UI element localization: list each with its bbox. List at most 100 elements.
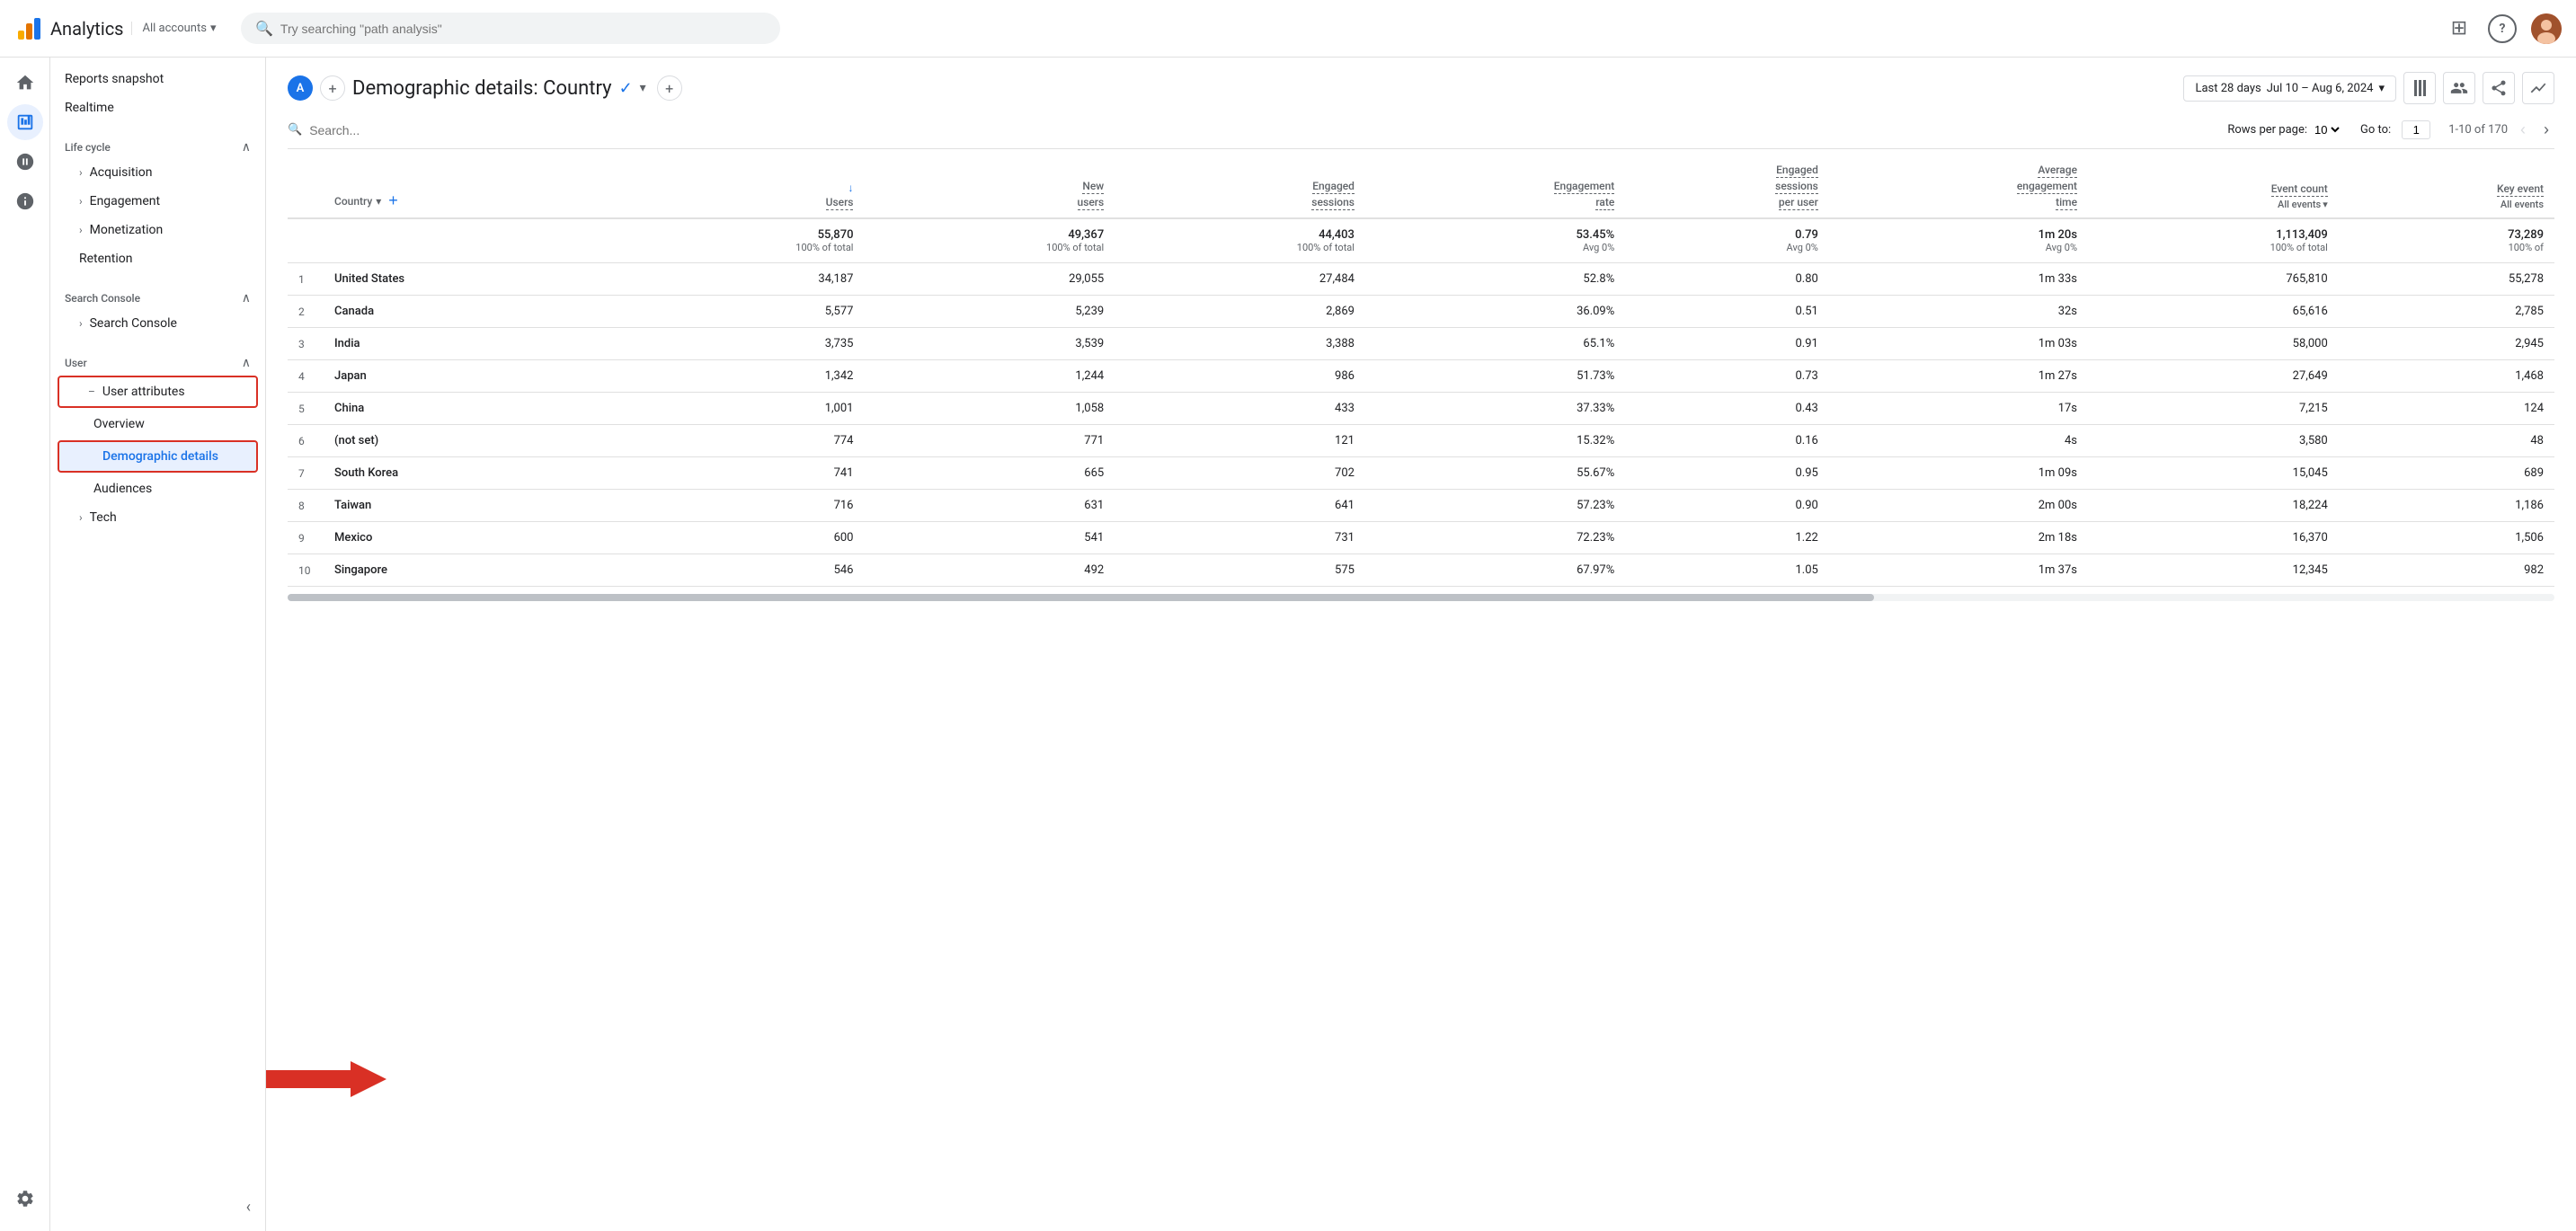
- prev-page-button[interactable]: ‹: [2515, 119, 2531, 141]
- row-engaged-sessions: 121: [1115, 425, 1365, 457]
- row-engagement-rate: 52.8%: [1365, 263, 1625, 296]
- go-to-page-input[interactable]: [2402, 120, 2430, 139]
- rows-per-page-select[interactable]: 10 25 50: [2311, 122, 2342, 137]
- row-engaged-sessions-per-user: 1.05: [1625, 554, 1829, 587]
- search-bar[interactable]: 🔍: [241, 13, 780, 44]
- sidebar-item-realtime[interactable]: Realtime: [50, 93, 265, 122]
- row-engagement-rate: 67.97%: [1365, 554, 1625, 587]
- report-title: Demographic details: Country: [352, 77, 612, 100]
- home-icon-button[interactable]: [7, 65, 43, 101]
- row-rank: 1: [288, 263, 324, 296]
- row-new-users: 1,244: [864, 360, 1115, 393]
- settings-icon-button[interactable]: [7, 1181, 43, 1217]
- search-input[interactable]: [280, 22, 766, 36]
- add-report-button[interactable]: +: [657, 75, 682, 101]
- insights-button[interactable]: [2522, 72, 2554, 104]
- sidebar-nav: Reports snapshot Realtime Life cycle ∧ ›…: [50, 58, 266, 1231]
- row-engaged-sessions-per-user: 1.22: [1625, 522, 1829, 554]
- table-search: 🔍: [288, 123, 489, 137]
- sidebar-item-user-attributes[interactable]: – User attributes: [58, 376, 258, 408]
- row-engaged-sessions-per-user: 0.51: [1625, 296, 1829, 328]
- explore-icon-button[interactable]: [7, 144, 43, 180]
- grid-icon-button[interactable]: ⊞: [2445, 14, 2474, 43]
- row-new-users: 771: [864, 425, 1115, 457]
- reports-icon-button[interactable]: [7, 104, 43, 140]
- country-filter-button[interactable]: ▾: [376, 195, 381, 208]
- sidebar-item-label: User attributes: [102, 385, 185, 399]
- row-country: Mexico: [324, 522, 614, 554]
- row-users: 716: [614, 490, 865, 522]
- row-country: Japan: [324, 360, 614, 393]
- sidebar-item-search-console[interactable]: › Search Console: [50, 309, 265, 338]
- row-event-count: 18,224: [2088, 490, 2339, 522]
- compare-button[interactable]: [2443, 72, 2475, 104]
- row-event-count: 12,345: [2088, 554, 2339, 587]
- date-range-button[interactable]: Last 28 days Jul 10 – Aug 6, 2024 ▾: [2183, 75, 2396, 102]
- row-key-event: 55,278: [2339, 263, 2554, 296]
- event-count-filter-button[interactable]: ▾: [2323, 199, 2328, 210]
- row-engaged-sessions: 731: [1115, 522, 1365, 554]
- row-users: 5,577: [614, 296, 865, 328]
- chevron-down-icon: ▾: [2378, 82, 2385, 95]
- horizontal-scrollbar[interactable]: [288, 594, 2554, 601]
- sidebar-item-engagement[interactable]: › Engagement: [50, 187, 265, 216]
- row-new-users: 1,058: [864, 393, 1115, 425]
- row-key-event: 1,186: [2339, 490, 2554, 522]
- title-dropdown-icon[interactable]: ▾: [640, 81, 646, 95]
- row-users: 600: [614, 522, 865, 554]
- add-comparison-button[interactable]: +: [320, 75, 345, 101]
- row-new-users: 492: [864, 554, 1115, 587]
- row-engaged-sessions: 433: [1115, 393, 1365, 425]
- sidebar-item-audiences[interactable]: Audiences: [50, 474, 265, 503]
- sidebar-collapse-button[interactable]: ‹: [246, 1198, 251, 1217]
- row-country: Singapore: [324, 554, 614, 587]
- sidebar-item-reports-snapshot[interactable]: Reports snapshot: [50, 65, 265, 93]
- all-accounts-dropdown[interactable]: All accounts ▾: [131, 22, 217, 35]
- sidebar-item-tech[interactable]: › Tech: [50, 503, 265, 532]
- add-column-button[interactable]: +: [388, 191, 398, 210]
- table-search-input[interactable]: [309, 123, 489, 137]
- row-new-users: 29,055: [864, 263, 1115, 296]
- row-country: India: [324, 328, 614, 360]
- row-new-users: 5,239: [864, 296, 1115, 328]
- sidebar-item-overview[interactable]: Overview: [50, 410, 265, 438]
- row-avg-engagement-time: 1m 09s: [1829, 457, 2088, 490]
- sidebar-item-label: Demographic details: [102, 449, 218, 464]
- help-icon-button[interactable]: ?: [2488, 14, 2517, 43]
- row-engaged-sessions: 641: [1115, 490, 1365, 522]
- rows-per-page: Rows per page: 10 25 50: [2227, 122, 2342, 137]
- next-page-button[interactable]: ›: [2538, 119, 2554, 141]
- sidebar-item-label: Overview: [93, 417, 145, 431]
- sidebar-item-demographic-details[interactable]: Demographic details: [58, 440, 258, 473]
- table-row: 10 Singapore 546 492 575 67.97% 1.05 1m …: [288, 554, 2554, 587]
- row-key-event: 689: [2339, 457, 2554, 490]
- table-row: 3 India 3,735 3,539 3,388 65.1% 0.91 1m …: [288, 328, 2554, 360]
- row-key-event: 982: [2339, 554, 2554, 587]
- row-key-event: 1,506: [2339, 522, 2554, 554]
- sidebar-item-label: Search Console: [90, 316, 177, 331]
- columns-button[interactable]: [2403, 72, 2436, 104]
- col-header-engaged-sessions-per-user: Engaged sessions per user: [1625, 156, 1829, 218]
- row-event-count: 3,580: [2088, 425, 2339, 457]
- report-header: A + Demographic details: Country ✓ ▾ + L…: [288, 72, 2554, 104]
- row-users: 774: [614, 425, 865, 457]
- sidebar-item-retention[interactable]: Retention: [50, 244, 265, 273]
- sidebar-section-lifecycle: Life cycle ∧: [50, 129, 265, 158]
- user-avatar[interactable]: [2531, 13, 2562, 44]
- sidebar-item-label: Acquisition: [90, 165, 153, 180]
- row-country: Taiwan: [324, 490, 614, 522]
- advertising-icon-button[interactable]: [7, 183, 43, 219]
- row-country: Canada: [324, 296, 614, 328]
- row-rank: 8: [288, 490, 324, 522]
- row-engaged-sessions: 986: [1115, 360, 1365, 393]
- row-rank: 9: [288, 522, 324, 554]
- share-button[interactable]: [2483, 72, 2515, 104]
- col-header-engaged-sessions: Engaged sessions: [1115, 156, 1365, 218]
- arrow-annotation: [266, 1057, 386, 1105]
- expand-icon: ›: [79, 317, 83, 330]
- row-engaged-sessions: 3,388: [1115, 328, 1365, 360]
- scrollbar-thumb[interactable]: [288, 594, 1874, 601]
- sidebar-item-monetization[interactable]: › Monetization: [50, 216, 265, 244]
- sidebar-item-acquisition[interactable]: › Acquisition: [50, 158, 265, 187]
- col-header-new-users: New users: [864, 156, 1115, 218]
